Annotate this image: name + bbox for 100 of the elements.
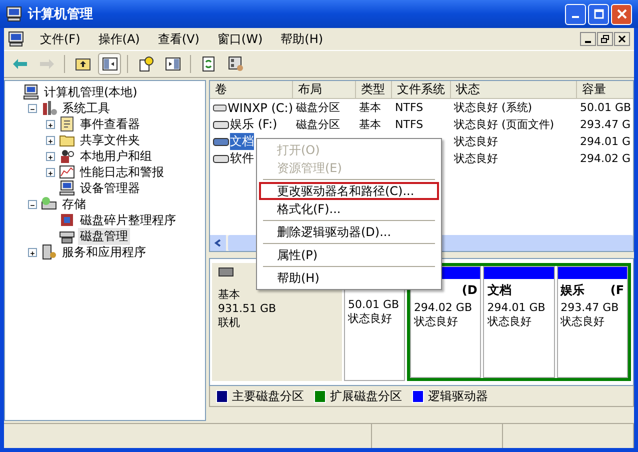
- table-cell: 基本: [359, 117, 381, 132]
- restore-button[interactable]: [597, 32, 613, 46]
- table-cell: 磁盘分区: [296, 117, 340, 132]
- computer-icon: [6, 6, 22, 22]
- tree-item[interactable]: 磁盘碎片整理程序: [78, 212, 178, 228]
- context-menu-item[interactable]: 格式化(F)...: [259, 200, 439, 218]
- menu-item[interactable]: 文件(F): [32, 30, 88, 48]
- partition-label: 文档: [487, 283, 512, 299]
- legend-label: 扩展磁盘分区: [330, 388, 402, 404]
- close-icon: [618, 35, 626, 43]
- drive-icon: [213, 120, 229, 130]
- expand-toggle[interactable]: [46, 168, 55, 176]
- maximize-icon: [594, 9, 604, 19]
- partition-size: 294.01 GB: [486, 301, 546, 315]
- tools-icon: [41, 100, 57, 116]
- plus-icon: [29, 248, 36, 258]
- drive-icon: [213, 154, 229, 164]
- tree-item[interactable]: 本地用户和组: [78, 148, 154, 164]
- tree-item[interactable]: 计算机管理(本地): [42, 84, 140, 100]
- partition-size: 50.01 GB: [347, 298, 400, 312]
- drive-letter: (D: [462, 283, 478, 299]
- column-header[interactable]: 容量: [577, 81, 633, 98]
- table-cell: NTFS: [395, 101, 424, 114]
- context-menu-item[interactable]: 属性(P): [259, 246, 439, 264]
- close-icon: [616, 9, 626, 19]
- disk-type: 基本: [218, 287, 241, 302]
- minimize-icon: [585, 41, 591, 43]
- tree-item[interactable]: 性能日志和警报: [78, 164, 166, 180]
- table-cell: 294.01 G: [580, 135, 631, 148]
- table-cell: 基本: [359, 100, 381, 115]
- collapse-toggle[interactable]: [28, 104, 37, 112]
- disk-size: 931.51 GB: [218, 302, 278, 315]
- legend-label: 逻辑驱动器: [428, 388, 488, 404]
- volume-name[interactable]: 娱乐 (F:): [230, 116, 278, 133]
- close-button[interactable]: [614, 32, 630, 46]
- computer-icon: [8, 31, 24, 47]
- minimize-button[interactable]: [580, 32, 596, 46]
- log-icon: [59, 116, 75, 132]
- menu-item[interactable]: 窗口(W): [209, 30, 271, 48]
- partition-label: 娱乐: [560, 283, 585, 299]
- drive-icon: [41, 196, 57, 212]
- column-header[interactable]: 卷: [210, 81, 293, 98]
- volume-name[interactable]: 软件: [230, 150, 254, 167]
- expand-toggle[interactable]: [28, 248, 37, 256]
- table-cell: 状态良好 (系统): [454, 100, 532, 115]
- table-cell: 294.02 G: [580, 152, 631, 165]
- plus-icon: [47, 136, 54, 146]
- tree-item[interactable]: 设备管理器: [78, 180, 142, 196]
- restore-icon: [601, 35, 609, 43]
- column-header[interactable]: 布局: [293, 81, 356, 98]
- column-header[interactable]: 文件系统: [392, 81, 451, 98]
- drive-icon: [213, 136, 229, 146]
- column-header[interactable]: 类型: [356, 81, 392, 98]
- tree-item[interactable]: 共享文件夹: [78, 132, 142, 148]
- tree-item[interactable]: 磁盘管理: [78, 228, 130, 244]
- context-menu-item[interactable]: 更改驱动器名和路径(C)...: [259, 182, 439, 200]
- column-header[interactable]: 状态: [451, 81, 577, 98]
- table-cell: 状态良好: [454, 151, 498, 166]
- partition-size: 294.02 GB: [412, 301, 473, 315]
- defrag-icon: [59, 212, 75, 228]
- drive-icon: [213, 102, 227, 112]
- partition-status: 状态良好: [486, 315, 532, 329]
- table-cell: 状态良好 (页面文件): [454, 117, 554, 132]
- partition-status: 状态良好: [560, 315, 606, 329]
- menu-item[interactable]: 查看(V): [150, 30, 208, 48]
- collapse-toggle[interactable]: [28, 200, 37, 208]
- plus-icon: [47, 120, 54, 130]
- disk-status: 联机: [218, 315, 241, 330]
- expand-toggle[interactable]: [46, 152, 55, 160]
- context-menu-item[interactable]: 删除逻辑驱动器(D)...: [259, 223, 439, 241]
- legend-label: 主要磁盘分区: [232, 388, 304, 404]
- plus-icon: [47, 152, 54, 162]
- partition-status: 状态良好: [412, 315, 459, 329]
- chart-icon: [59, 164, 75, 180]
- expand-toggle[interactable]: [46, 120, 55, 128]
- users-icon: [59, 148, 75, 164]
- window-title: 计算机管理: [28, 6, 93, 23]
- minimize-icon: [572, 16, 579, 18]
- partition-block[interactable]: 娱乐 (F 293.47 GB 状态良好: [556, 266, 628, 378]
- table-cell: 状态良好: [454, 134, 498, 149]
- plus-icon: [47, 168, 54, 178]
- partition-block[interactable]: 文档 294.01 GB 状态良好: [483, 266, 555, 378]
- expand-toggle[interactable]: [46, 136, 55, 144]
- tree-item[interactable]: 存储: [60, 196, 88, 212]
- maximize-button[interactable]: [588, 4, 609, 24]
- server-icon: [41, 244, 57, 260]
- volume-name[interactable]: 文档: [230, 133, 254, 150]
- partition-size: 293.47 GB: [560, 301, 620, 315]
- tree-item[interactable]: 服务和应用程序: [60, 244, 148, 260]
- computer-icon: [59, 180, 75, 196]
- menu-item[interactable]: 帮助(H): [272, 30, 332, 48]
- table-cell: 50.01 GB: [580, 101, 632, 114]
- menu-item[interactable]: 操作(A): [90, 30, 148, 48]
- partition-status: 状态良好: [347, 312, 393, 326]
- table-cell: NTFS: [395, 118, 424, 131]
- volume-name[interactable]: WINXP (C:): [228, 100, 293, 114]
- tree-item[interactable]: 事件查看器: [78, 116, 142, 132]
- tree-item[interactable]: 系统工具: [60, 100, 112, 116]
- tree-toggle-icon[interactable]: [98, 53, 121, 75]
- table-cell: 磁盘分区: [296, 100, 340, 115]
